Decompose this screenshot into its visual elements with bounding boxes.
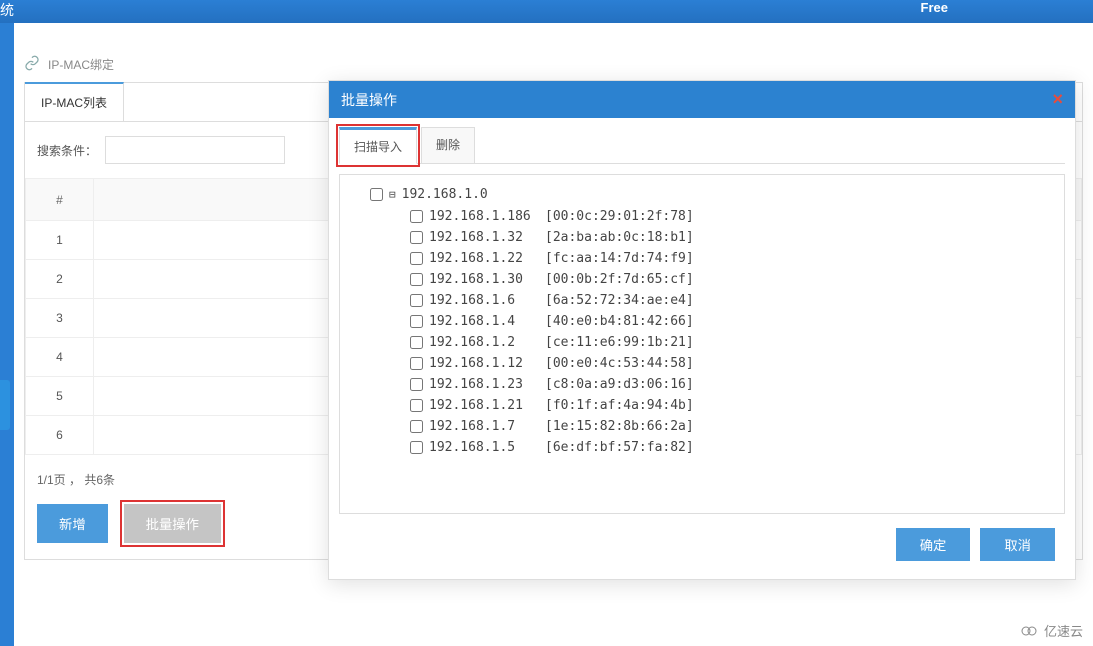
item-ip: 192.168.1.12 <box>429 356 539 371</box>
tree-item[interactable]: 192.168.1.30 [00:0b:2f:7d:65:cf] <box>370 269 1056 290</box>
item-checkbox[interactable] <box>410 273 423 286</box>
tree-item[interactable]: 192.168.1.6 [6a:52:72:34:ae:e4] <box>370 290 1056 311</box>
tree-item[interactable]: 192.168.1.7 [1e:15:82:8b:66:2a] <box>370 416 1056 437</box>
item-ip: 192.168.1.23 <box>429 377 539 392</box>
item-checkbox[interactable] <box>410 294 423 307</box>
watermark-text: 亿速云 <box>1044 621 1083 640</box>
item-ip: 192.168.1.7 <box>429 419 539 434</box>
item-mac: [f0:1f:af:4a:94:4b] <box>545 398 694 413</box>
cancel-button[interactable]: 取消 <box>980 528 1055 561</box>
banner-free-label: Free <box>921 0 948 15</box>
item-ip: 192.168.1.22 <box>429 251 539 266</box>
tree-item[interactable]: 192.168.1.21 [f0:1f:af:4a:94:4b] <box>370 395 1056 416</box>
item-ip: 192.168.1.30 <box>429 272 539 287</box>
item-checkbox[interactable] <box>410 399 423 412</box>
item-checkbox[interactable] <box>410 231 423 244</box>
item-mac: [c8:0a:a9:d3:06:16] <box>545 377 694 392</box>
tree-item[interactable]: 192.168.1.32 [2a:ba:ab:0c:18:b1] <box>370 227 1056 248</box>
item-checkbox[interactable] <box>410 441 423 454</box>
item-checkbox[interactable] <box>410 252 423 265</box>
item-mac: [6e:df:bf:57:fa:82] <box>545 440 694 455</box>
batch-modal: 批量操作 × 扫描导入 删除 ⊟ 192.168.1.0 192.168.1.1… <box>328 80 1076 580</box>
left-sidebar-edge <box>0 23 14 646</box>
item-checkbox[interactable] <box>410 336 423 349</box>
tab-scan-import[interactable]: 扫描导入 <box>339 127 417 164</box>
collapse-icon[interactable]: ⊟ <box>389 188 396 201</box>
item-checkbox[interactable] <box>410 315 423 328</box>
item-mac: [2a:ba:ab:0c:18:b1] <box>545 230 694 245</box>
tree-item[interactable]: 192.168.1.5 [6e:df:bf:57:fa:82] <box>370 437 1056 458</box>
item-ip: 192.168.1.4 <box>429 314 539 329</box>
item-ip: 192.168.1.32 <box>429 230 539 245</box>
tree-item[interactable]: 192.168.1.23 [c8:0a:a9:d3:06:16] <box>370 374 1056 395</box>
cell-idx: 2 <box>26 260 94 299</box>
item-mac: [1e:15:82:8b:66:2a] <box>545 419 694 434</box>
item-mac: [fc:aa:14:7d:74:f9] <box>545 251 694 266</box>
item-mac: [40:e0:b4:81:42:66] <box>545 314 694 329</box>
item-ip: 192.168.1.5 <box>429 440 539 455</box>
tree-item[interactable]: 192.168.1.12 [00:e0:4c:53:44:58] <box>370 353 1056 374</box>
modal-title: 批量操作 <box>341 90 397 110</box>
cell-idx: 4 <box>26 338 94 377</box>
tree-item[interactable]: 192.168.1.186 [00:0c:29:01:2f:78] <box>370 206 1056 227</box>
tree-item[interactable]: 192.168.1.4 [40:e0:b4:81:42:66] <box>370 311 1056 332</box>
search-input[interactable] <box>105 136 285 164</box>
item-mac: [00:e0:4c:53:44:58] <box>545 356 694 371</box>
search-label: 搜索条件： <box>37 142 97 159</box>
modal-tabs: 扫描导入 删除 <box>339 126 1065 164</box>
close-icon[interactable]: × <box>1052 89 1063 110</box>
item-mac: [6a:52:72:34:ae:e4] <box>545 293 694 308</box>
tree-root[interactable]: ⊟ 192.168.1.0 <box>370 187 1056 202</box>
page-info: 1/1页 ， 共6条 <box>37 471 115 488</box>
app-title-partial: 统 <box>0 0 14 20</box>
scan-tree[interactable]: ⊟ 192.168.1.0 192.168.1.186 [00:0c:29:01… <box>339 174 1065 514</box>
item-ip: 192.168.1.2 <box>429 335 539 350</box>
item-checkbox[interactable] <box>410 420 423 433</box>
left-collapse-handle[interactable] <box>0 380 10 430</box>
breadcrumb: IP-MAC绑定 <box>14 23 1093 82</box>
item-checkbox[interactable] <box>410 378 423 391</box>
cell-idx: 3 <box>26 299 94 338</box>
tree-item[interactable]: 192.168.1.22 [fc:aa:14:7d:74:f9] <box>370 248 1056 269</box>
modal-header: 批量操作 × <box>329 81 1075 118</box>
cell-idx: 6 <box>26 416 94 455</box>
cell-idx: 5 <box>26 377 94 416</box>
item-checkbox[interactable] <box>410 357 423 370</box>
item-ip: 192.168.1.21 <box>429 398 539 413</box>
item-ip: 192.168.1.6 <box>429 293 539 308</box>
item-mac: [00:0b:2f:7d:65:cf] <box>545 272 694 287</box>
cell-idx: 1 <box>26 221 94 260</box>
item-checkbox[interactable] <box>410 210 423 223</box>
link-icon <box>24 55 40 74</box>
root-label: 192.168.1.0 <box>402 187 488 202</box>
item-mac: [00:0c:29:01:2f:78] <box>545 209 694 224</box>
modal-footer: 确定 取消 <box>329 514 1075 579</box>
item-ip: 192.168.1.186 <box>429 209 539 224</box>
ok-button[interactable]: 确定 <box>896 528 971 561</box>
root-checkbox[interactable] <box>370 188 383 201</box>
item-mac: [ce:11:e6:99:1b:21] <box>545 335 694 350</box>
breadcrumb-label: IP-MAC绑定 <box>48 56 114 73</box>
top-banner: 统 Free <box>0 0 1093 23</box>
watermark: 亿速云 <box>1020 621 1083 640</box>
batch-button[interactable]: 批量操作 <box>124 504 221 543</box>
tree-item[interactable]: 192.168.1.2 [ce:11:e6:99:1b:21] <box>370 332 1056 353</box>
tab-delete[interactable]: 删除 <box>421 127 475 164</box>
tab-ip-mac-list[interactable]: IP-MAC列表 <box>25 82 124 121</box>
add-button[interactable]: 新增 <box>37 504 108 543</box>
col-idx: # <box>26 179 94 221</box>
